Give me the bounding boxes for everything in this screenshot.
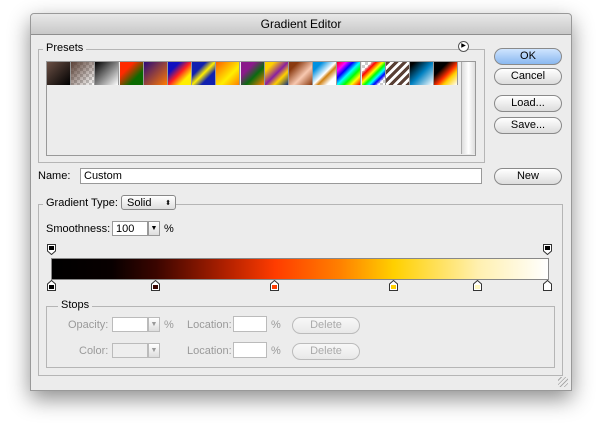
- opacity-stop[interactable]: [542, 244, 552, 256]
- color-stop[interactable]: [473, 279, 483, 291]
- preset-swatch[interactable]: [168, 62, 192, 85]
- smoothness-label: Smoothness:: [46, 223, 111, 235]
- preset-swatch[interactable]: [337, 62, 362, 85]
- opacity-location-label: Location:: [187, 319, 232, 331]
- ok-button[interactable]: OK: [494, 48, 562, 65]
- color-stop[interactable]: [388, 279, 398, 291]
- presets-menu-icon[interactable]: ▶: [458, 41, 469, 52]
- color-stop[interactable]: [150, 279, 160, 291]
- preset-swatch[interactable]: [264, 62, 289, 85]
- color-delete-button[interactable]: Delete: [292, 343, 360, 360]
- preset-swatch[interactable]: [385, 62, 410, 85]
- window-title: Gradient Editor: [31, 14, 571, 35]
- opacity-dropdown-icon[interactable]: ▼: [148, 317, 160, 332]
- preset-swatch[interactable]: [289, 62, 313, 85]
- gradient-type-value: Solid: [127, 197, 152, 209]
- color-stop[interactable]: [269, 279, 279, 291]
- smoothness-unit: %: [164, 223, 174, 235]
- stepper-arrows-icon: ⬍: [165, 200, 171, 207]
- preset-swatch[interactable]: [71, 62, 96, 85]
- color-location-label: Location:: [187, 345, 232, 357]
- color-swatch[interactable]: [112, 343, 148, 358]
- preset-swatch[interactable]: [47, 62, 71, 85]
- presets-scrollbar[interactable]: [461, 62, 475, 154]
- opacity-location-input[interactable]: [233, 316, 267, 332]
- cancel-button[interactable]: Cancel: [494, 68, 562, 85]
- gradient-bar[interactable]: [51, 258, 549, 280]
- load-button[interactable]: Load...: [494, 95, 562, 112]
- preset-swatch[interactable]: [192, 62, 217, 85]
- color-dropdown-icon[interactable]: ▼: [148, 343, 160, 358]
- opacity-label: Opacity:: [68, 319, 109, 331]
- preset-swatch[interactable]: [119, 62, 144, 85]
- preset-swatch[interactable]: [410, 62, 434, 85]
- preset-swatch[interactable]: [240, 62, 265, 85]
- color-label: Color:: [79, 345, 109, 357]
- name-input[interactable]: Custom: [80, 168, 482, 184]
- opacity-input[interactable]: [112, 317, 148, 332]
- preset-swatch[interactable]: [434, 62, 459, 85]
- name-label: Name:: [38, 170, 71, 182]
- preset-swatch[interactable]: [216, 62, 241, 85]
- smoothness-input[interactable]: 100: [112, 221, 148, 236]
- opacity-location-unit: %: [271, 319, 281, 331]
- preset-swatch[interactable]: [361, 62, 386, 85]
- stops-label: Stops: [58, 299, 93, 311]
- preset-swatch[interactable]: [143, 62, 168, 85]
- gradient-type-select[interactable]: Solid ⬍: [121, 195, 176, 210]
- color-location-unit: %: [271, 345, 281, 357]
- color-stop[interactable]: [46, 279, 56, 291]
- presets-label: Presets: [43, 42, 87, 54]
- opacity-unit: %: [164, 319, 174, 331]
- gradient-type-label: Gradient Type:: [43, 197, 121, 209]
- opacity-stop[interactable]: [46, 244, 56, 256]
- opacity-delete-button[interactable]: Delete: [292, 317, 360, 334]
- preset-swatch[interactable]: [95, 62, 120, 85]
- save-button[interactable]: Save...: [494, 117, 562, 134]
- color-stop[interactable]: [542, 279, 552, 291]
- new-button[interactable]: New: [494, 168, 562, 185]
- smoothness-dropdown-icon[interactable]: ▼: [148, 221, 160, 236]
- preset-swatch[interactable]: [313, 62, 338, 85]
- color-location-input[interactable]: [233, 342, 267, 358]
- resize-grip-icon[interactable]: [558, 377, 568, 387]
